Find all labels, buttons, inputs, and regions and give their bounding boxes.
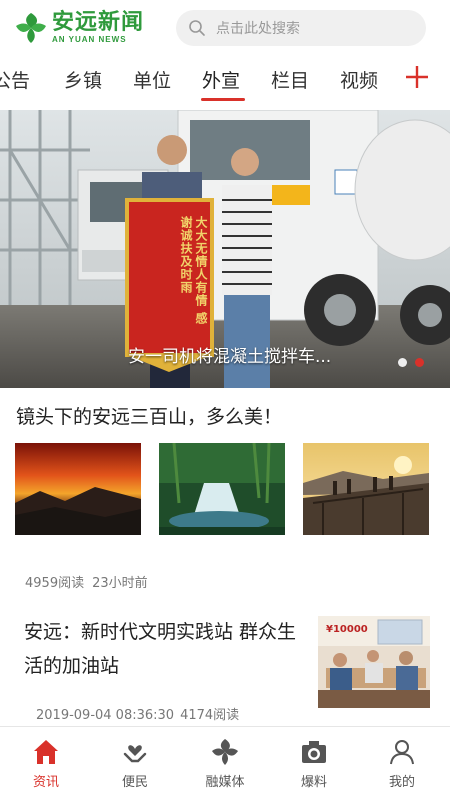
read-count: 4959阅读 <box>25 576 85 591</box>
logo-chinese: 安远新闻 <box>52 10 145 35</box>
active-tab-indicator <box>201 98 245 101</box>
search-icon <box>189 20 205 36</box>
banner-pennant-text: 大大无情人有情 感谢诚扶及时雨 <box>179 216 208 326</box>
article-thumb-sunset[interactable] <box>15 443 141 535</box>
tab-video[interactable]: 视频 <box>340 66 378 93</box>
tab-columns[interactable]: 栏目 <box>271 66 309 93</box>
nav-label: 融媒体 <box>205 775 245 790</box>
nav-media[interactable]: 融媒体 <box>195 733 255 795</box>
user-icon <box>390 740 414 765</box>
bottom-navigation: 资讯 便民 融媒体 爆料 我的 <box>0 726 450 800</box>
search-placeholder: 点击此处搜索 <box>216 21 300 37</box>
tab-units[interactable]: 单位 <box>133 66 171 93</box>
tab-announcement[interactable]: 公告 <box>0 66 30 93</box>
media-logo-icon <box>212 739 238 765</box>
article-title[interactable]: 安远：新时代文明实践站 群众生活的加油站 <box>24 615 310 683</box>
article-title[interactable]: 镜头下的安远三百山，多么美！ <box>16 402 282 429</box>
home-icon <box>34 740 58 764</box>
article-meta: 2019-09-04 08:36:30 4174阅读 <box>36 704 239 723</box>
logo-leaf-icon <box>16 13 46 43</box>
logo-english: AN YUAN NEWS <box>52 35 127 44</box>
search-input[interactable]: 点击此处搜索 <box>176 10 426 46</box>
camera-icon <box>302 741 326 763</box>
banner-pagination <box>398 358 424 367</box>
section-divider <box>0 593 450 599</box>
logo-text: 安远新闻 AN YUAN NEWS <box>52 11 144 45</box>
nav-label: 便民 <box>121 775 148 790</box>
article-thumb-platform[interactable] <box>303 443 429 535</box>
app-logo[interactable]: 安远新闻 AN YUAN NEWS <box>14 8 164 48</box>
nav-report[interactable]: 爆料 <box>284 733 344 795</box>
nav-label: 资讯 <box>32 775 59 790</box>
service-hands-icon <box>123 745 147 763</box>
publish-time: 23小时前 <box>92 576 148 591</box>
read-count: 4174阅读 <box>180 708 240 723</box>
thumb-overlay-text: ¥10000 <box>326 624 368 635</box>
tab-towns[interactable]: 乡镇 <box>64 66 102 93</box>
category-tabs: 公告 乡镇 单位 外宣 栏目 视频 <box>0 58 450 104</box>
article-thumb-waterfall[interactable] <box>159 443 285 535</box>
nav-services[interactable]: 便民 <box>105 733 165 795</box>
app-root: 安远新闻 AN YUAN NEWS 点击此处搜索 公告 乡镇 单位 外宣 栏目 … <box>0 0 450 800</box>
article-meta: 4959阅读 23小时前 <box>25 572 148 591</box>
headline-banner[interactable]: 大大无情人有情 感谢诚扶及时雨 安一司机将混凝土搅拌车... <box>0 110 450 388</box>
nav-label: 我的 <box>388 775 415 790</box>
nav-profile[interactable]: 我的 <box>372 733 432 795</box>
banner-dot-1[interactable] <box>398 358 407 367</box>
add-channel-icon[interactable] <box>402 62 432 92</box>
tab-publicity[interactable]: 外宣 <box>202 66 240 93</box>
banner-caption: 安一司机将混凝土搅拌车... <box>128 347 332 367</box>
nav-label: 爆料 <box>300 775 327 790</box>
banner-dot-2[interactable] <box>415 358 424 367</box>
publish-date: 2019-09-04 08:36:30 <box>36 708 175 723</box>
article-thumb-practice-station[interactable]: ¥10000 <box>318 616 430 708</box>
top-header: 安远新闻 AN YUAN NEWS 点击此处搜索 <box>0 0 450 58</box>
nav-news[interactable]: 资讯 <box>16 733 76 795</box>
